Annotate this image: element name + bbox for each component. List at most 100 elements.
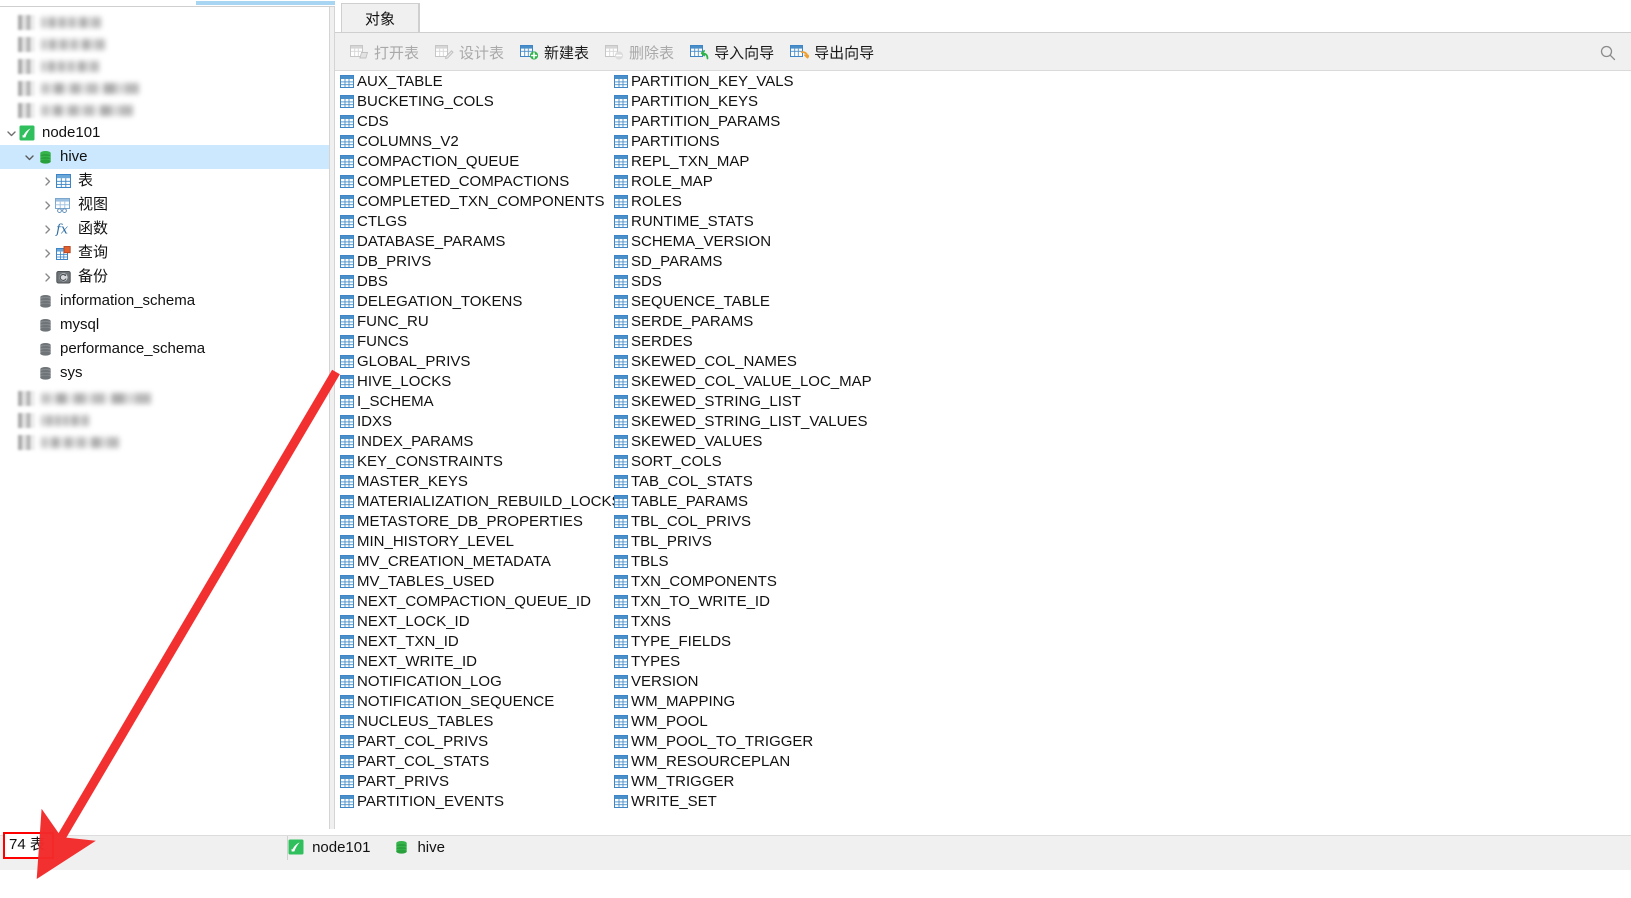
blurred-tree-item[interactable] — [0, 11, 329, 33]
blurred-tree-item[interactable] — [0, 431, 329, 453]
table-list-item[interactable]: AUX_TABLE — [339, 71, 619, 91]
table-list-item[interactable]: NEXT_TXN_ID — [339, 631, 619, 651]
table-list-item[interactable]: HIVE_LOCKS — [339, 371, 619, 391]
table-list-item[interactable]: PARTITION_KEYS — [613, 91, 893, 111]
table-list-item[interactable]: WM_TRIGGER — [613, 771, 893, 791]
table-list-item[interactable]: SEQUENCE_TABLE — [613, 291, 893, 311]
chevron-right-icon[interactable] — [40, 265, 54, 289]
table-list-item[interactable]: TABLE_PARAMS — [613, 491, 893, 511]
table-list-item[interactable]: FUNCS — [339, 331, 619, 351]
table-list-item[interactable]: PARTITION_KEY_VALS — [613, 71, 893, 91]
tree-item-database-mysql[interactable]: mysql — [0, 313, 329, 337]
tree-item-backup[interactable]: 备份 — [0, 265, 329, 289]
table-list-item[interactable]: SKEWED_COL_NAMES — [613, 351, 893, 371]
table-list[interactable]: AUX_TABLE BUCKETING_COLS CDS COLUMNS_V2 COMP… — [335, 71, 1631, 829]
tree-item-database-sys[interactable]: sys — [0, 361, 329, 385]
table-list-item[interactable]: INDEX_PARAMS — [339, 431, 619, 451]
table-list-item[interactable]: FUNC_RU — [339, 311, 619, 331]
table-list-item[interactable]: SORT_COLS — [613, 451, 893, 471]
tree-item-query[interactable]: 查询 — [0, 241, 329, 265]
blurred-tree-item[interactable] — [0, 33, 329, 55]
table-list-item[interactable]: IDXS — [339, 411, 619, 431]
table-list-item[interactable]: BUCKETING_COLS — [339, 91, 619, 111]
blurred-tree-item[interactable] — [0, 387, 329, 409]
table-list-item[interactable]: SDS — [613, 271, 893, 291]
table-list-item[interactable]: COMPLETED_TXN_COMPONENTS — [339, 191, 619, 211]
table-list-item[interactable]: I_SCHEMA — [339, 391, 619, 411]
table-list-item[interactable]: PARTITION_EVENTS — [339, 791, 619, 811]
table-list-item[interactable]: DB_PRIVS — [339, 251, 619, 271]
table-list-item[interactable]: TYPE_FIELDS — [613, 631, 893, 651]
table-list-item[interactable]: PART_COL_STATS — [339, 751, 619, 771]
blurred-tree-item[interactable] — [0, 55, 329, 77]
table-list-item[interactable]: COMPACTION_QUEUE — [339, 151, 619, 171]
table-list-item[interactable]: GLOBAL_PRIVS — [339, 351, 619, 371]
table-list-item[interactable]: SKEWED_STRING_LIST_VALUES — [613, 411, 893, 431]
toolbar-import-wizard[interactable]: 导入向导 — [683, 37, 781, 67]
table-list-item[interactable]: KEY_CONSTRAINTS — [339, 451, 619, 471]
toolbar-export-wizard[interactable]: 导出向导 — [783, 37, 881, 67]
tree-item-view[interactable]: 视图 — [0, 193, 329, 217]
table-list-item[interactable]: NOTIFICATION_SEQUENCE — [339, 691, 619, 711]
table-list-item[interactable]: VERSION — [613, 671, 893, 691]
table-list-item[interactable]: WRITE_SET — [613, 791, 893, 811]
table-list-item[interactable]: MATERIALIZATION_REBUILD_LOCKS — [339, 491, 622, 511]
table-list-item[interactable]: RUNTIME_STATS — [613, 211, 893, 231]
tree-item-database-hive[interactable]: hive — [0, 145, 329, 169]
table-list-item[interactable]: SERDE_PARAMS — [613, 311, 893, 331]
table-list-item[interactable]: PARTITIONS — [613, 131, 893, 151]
table-list-item[interactable]: TBL_COL_PRIVS — [613, 511, 893, 531]
tree-item-database-information_schema[interactable]: information_schema — [0, 289, 329, 313]
table-list-item[interactable]: MV_TABLES_USED — [339, 571, 619, 591]
table-list-item[interactable]: METASTORE_DB_PROPERTIES — [339, 511, 619, 531]
table-list-item[interactable]: TBLS — [613, 551, 893, 571]
table-list-item[interactable]: REPL_TXN_MAP — [613, 151, 893, 171]
table-list-item[interactable]: SERDES — [613, 331, 893, 351]
table-list-item[interactable]: NOTIFICATION_LOG — [339, 671, 619, 691]
table-list-item[interactable]: SKEWED_VALUES — [613, 431, 893, 451]
table-list-item[interactable]: TXN_TO_WRITE_ID — [613, 591, 893, 611]
toolbar-new-table[interactable]: 新建表 — [513, 37, 596, 67]
table-list-item[interactable]: SKEWED_STRING_LIST — [613, 391, 893, 411]
table-list-item[interactable]: TXNS — [613, 611, 893, 631]
table-list-item[interactable]: TBL_PRIVS — [613, 531, 893, 551]
table-list-item[interactable]: NEXT_LOCK_ID — [339, 611, 619, 631]
chevron-down-icon[interactable] — [22, 145, 36, 169]
tree-item-connection-node101[interactable]: node101 — [0, 121, 329, 145]
blurred-tree-item[interactable] — [0, 77, 329, 99]
table-list-item[interactable]: WM_POOL_TO_TRIGGER — [613, 731, 893, 751]
table-list-item[interactable]: MV_CREATION_METADATA — [339, 551, 619, 571]
table-list-item[interactable]: PARTITION_PARAMS — [613, 111, 893, 131]
table-list-item[interactable]: COLUMNS_V2 — [339, 131, 619, 151]
table-list-item[interactable]: MIN_HISTORY_LEVEL — [339, 531, 619, 551]
table-list-item[interactable]: COMPLETED_COMPACTIONS — [339, 171, 619, 191]
search-icon[interactable] — [1599, 44, 1617, 62]
table-list-item[interactable]: TXN_COMPONENTS — [613, 571, 893, 591]
chevron-right-icon[interactable] — [40, 193, 54, 217]
status-connection[interactable]: node101 — [287, 838, 370, 856]
chevron-down-icon[interactable] — [4, 121, 18, 145]
table-list-item[interactable]: ROLE_MAP — [613, 171, 893, 191]
table-list-item[interactable]: ROLES — [613, 191, 893, 211]
tree-item-function[interactable]: fx 函数 — [0, 217, 329, 241]
table-list-item[interactable]: CDS — [339, 111, 619, 131]
table-list-item[interactable]: SKEWED_COL_VALUE_LOC_MAP — [613, 371, 893, 391]
table-list-item[interactable]: SD_PARAMS — [613, 251, 893, 271]
table-list-item[interactable]: DELEGATION_TOKENS — [339, 291, 619, 311]
table-list-item[interactable]: SCHEMA_VERSION — [613, 231, 893, 251]
tree-item-database-performance_schema[interactable]: performance_schema — [0, 337, 329, 361]
table-list-item[interactable]: NEXT_WRITE_ID — [339, 651, 619, 671]
chevron-right-icon[interactable] — [40, 169, 54, 193]
status-database[interactable]: hive — [392, 838, 445, 856]
table-list-item[interactable]: MASTER_KEYS — [339, 471, 619, 491]
table-list-item[interactable]: WM_POOL — [613, 711, 893, 731]
tree-item-table[interactable]: 表 — [0, 169, 329, 193]
table-list-item[interactable]: TYPES — [613, 651, 893, 671]
table-list-item[interactable]: DBS — [339, 271, 619, 291]
blurred-tree-item[interactable] — [0, 409, 329, 431]
tab-objects[interactable]: 对象 — [341, 3, 419, 33]
chevron-right-icon[interactable] — [40, 217, 54, 241]
table-list-item[interactable]: WM_RESOURCEPLAN — [613, 751, 893, 771]
table-list-item[interactable]: NUCLEUS_TABLES — [339, 711, 619, 731]
table-list-item[interactable]: PART_PRIVS — [339, 771, 619, 791]
